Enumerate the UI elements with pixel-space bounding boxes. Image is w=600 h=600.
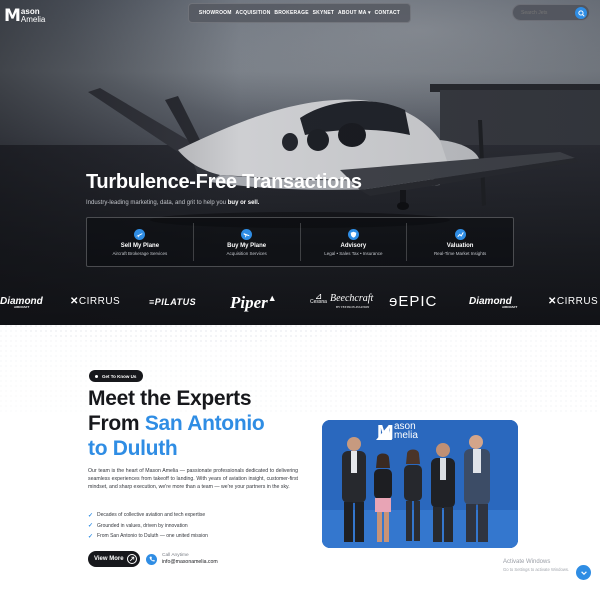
tag-dot-icon — [95, 374, 98, 378]
about-body: Our team is the heart of Mason Amelia — … — [88, 468, 298, 490]
brand-logo-pilatus: ≡PILATUS — [149, 297, 196, 307]
brand-logo-strip: Diamond AIRCRAFT ✕CIRRUS ≡PILATUS Piper▲… — [0, 283, 600, 321]
plane-takeoff-icon — [134, 228, 146, 240]
nav-acquisition[interactable]: ACQUISITION — [236, 10, 271, 16]
nav-skynet[interactable]: SKYNET — [313, 10, 334, 16]
hero-title: Turbulence-Free Transactions — [86, 171, 362, 193]
checklist-text: From San Antonio to Duluth — one united … — [97, 533, 208, 540]
call-text: Call Anytime info@masonamelia.com — [162, 552, 218, 566]
service-title: Advisory — [340, 242, 367, 249]
view-more-button[interactable]: View More — [88, 551, 140, 567]
hero-subtitle-text: Industry-leading marketing, data, and gr… — [86, 200, 228, 206]
floating-chat-button[interactable] — [576, 565, 591, 580]
nav-contact[interactable]: CONTACT — [375, 10, 400, 16]
cirrus-mark-icon: ✕ — [548, 296, 557, 307]
chevron-down-icon — [580, 570, 587, 575]
get-to-know-us-tag: Get To Know Us — [89, 370, 144, 382]
search-input[interactable] — [521, 9, 571, 16]
service-sell-my-plane[interactable]: Sell My Plane Aircraft Brokerage Service… — [87, 223, 194, 261]
brand-logo-diamond-2: Diamond AIRCRAFT — [469, 296, 517, 309]
brand-name: Beechcraft — [330, 293, 374, 304]
brand-name: EPIC — [398, 293, 438, 310]
heading-line2-blue: San Antonio — [144, 412, 265, 435]
chart-icon — [454, 228, 466, 240]
epic-mark-icon: ɘ — [389, 293, 399, 310]
banner-line2: melia — [394, 430, 418, 441]
checklist-item: ✓ Grounded in values, driven by innovati… — [88, 521, 208, 532]
watermark-line2: Go to Settings to activate Windows. — [503, 567, 570, 572]
site-logo[interactable]: M ason Amelia — [4, 4, 64, 28]
logo-mark: M — [4, 5, 21, 26]
arrow-up-right-icon — [127, 554, 137, 564]
checklist-text: Grounded in values, driven by innovation — [97, 522, 188, 529]
activate-windows-watermark: Activate Windows Go to Settings to activ… — [503, 559, 569, 573]
shield-icon — [347, 228, 359, 240]
nav-about-dropdown[interactable]: ABOUT MA ▾ — [338, 10, 371, 16]
search-icon — [577, 9, 585, 17]
piper-arrow-icon: ▲ — [267, 293, 277, 303]
checklist-item: ✓ Decades of collective aviation and tec… — [88, 510, 208, 521]
plane-landing-icon — [241, 228, 253, 240]
nav-showroom[interactable]: SHOWROOM — [199, 10, 232, 16]
hero-subtitle: Industry-leading marketing, data, and gr… — [86, 200, 259, 206]
feature-checklist: ✓ Decades of collective aviation and tec… — [88, 510, 208, 542]
page: M ason Amelia SHOWROOM ACQUISITION BROKE… — [0, 0, 600, 600]
service-valuation[interactable]: Valuation Real-Time Market Insights — [407, 223, 513, 261]
hero-section: M ason Amelia SHOWROOM ACQUISITION BROKE… — [0, 0, 600, 325]
check-icon: ✓ — [88, 533, 94, 540]
brand-logo-cirrus: ✕CIRRUS — [70, 296, 120, 307]
cirrus-mark-icon: ✕ — [70, 296, 79, 307]
brand-logo-cessna: ⊿ Cessna — [310, 292, 327, 306]
phone-icon — [146, 553, 157, 565]
brand-name: Piper — [230, 293, 268, 312]
watermark-line1: Activate Windows — [503, 559, 551, 565]
service-desc: Real-Time Market Insights — [433, 250, 487, 256]
service-desc: Legal • Sales Tax • Insurance — [324, 250, 383, 256]
search-button[interactable] — [575, 7, 587, 19]
check-icon: ✓ — [88, 523, 94, 530]
brand-name: CIRRUS — [78, 296, 121, 307]
service-title: Sell My Plane — [120, 242, 160, 249]
brand-sub: BY TEXTRON AVIATION — [336, 305, 370, 309]
brand-sub: AIRCRAFT — [502, 305, 518, 309]
services-bar: Sell My Plane Aircraft Brokerage Service… — [86, 217, 514, 267]
hero-overlay — [0, 0, 600, 325]
nav-brokerage[interactable]: BROKERAGE — [274, 10, 308, 16]
checklist-item: ✓ From San Antonio to Duluth — one unite… — [88, 531, 208, 542]
heading-line1: Meet the Experts — [88, 387, 252, 410]
heading-line3-blue: to Duluth — [88, 437, 178, 460]
service-advisory[interactable]: Advisory Legal • Sales Tax • Insurance — [301, 223, 408, 261]
logo-line2: Amelia — [20, 15, 46, 24]
view-more-label: View More — [94, 556, 124, 562]
call-label: Call Anytime — [162, 553, 189, 558]
service-title: Buy My Plane — [227, 242, 267, 249]
brand-logo-epic: ɘEPIC — [389, 293, 437, 310]
photo-banner-text: ason melia — [394, 422, 418, 441]
team-photo-image: M — [322, 420, 518, 548]
service-desc: Aircraft Brokerage Services — [112, 250, 168, 256]
service-title: Valuation — [446, 242, 474, 249]
main-nav: SHOWROOM ACQUISITION BROKERAGE SKYNET AB… — [188, 3, 411, 23]
team-photo: M — [322, 420, 518, 548]
check-icon: ✓ — [88, 512, 94, 519]
tag-label: Get To Know Us — [102, 373, 137, 379]
brand-name: CIRRUS — [556, 296, 599, 307]
brand-name: Cessna — [310, 299, 327, 305]
heading-line2-pre: From — [88, 412, 145, 435]
search-bar — [512, 4, 590, 21]
brand-logo-piper: Piper▲ — [230, 293, 277, 313]
brand-logo-diamond: Diamond AIRCRAFT — [0, 296, 43, 309]
hero-subtitle-bold: buy or sell. — [227, 200, 260, 206]
service-desc: Acquisition Services — [226, 250, 267, 256]
call-email: info@masonamelia.com — [162, 559, 218, 565]
brand-name: PILATUS — [154, 297, 197, 307]
about-heading: Meet the Experts From San Antonio to Dul… — [88, 386, 348, 461]
checklist-text: Decades of collective aviation and tech … — [97, 512, 206, 519]
logo-wordmark: ason Amelia — [21, 8, 45, 24]
call-anytime-link[interactable]: Call Anytime info@masonamelia.com — [146, 552, 218, 566]
service-buy-my-plane[interactable]: Buy My Plane Acquisition Services — [194, 223, 301, 261]
brand-logo-beechcraft: Beechcraft BY TEXTRON AVIATION — [330, 293, 373, 309]
brand-logo-cirrus-2: ✕CIRRUS — [548, 296, 598, 307]
